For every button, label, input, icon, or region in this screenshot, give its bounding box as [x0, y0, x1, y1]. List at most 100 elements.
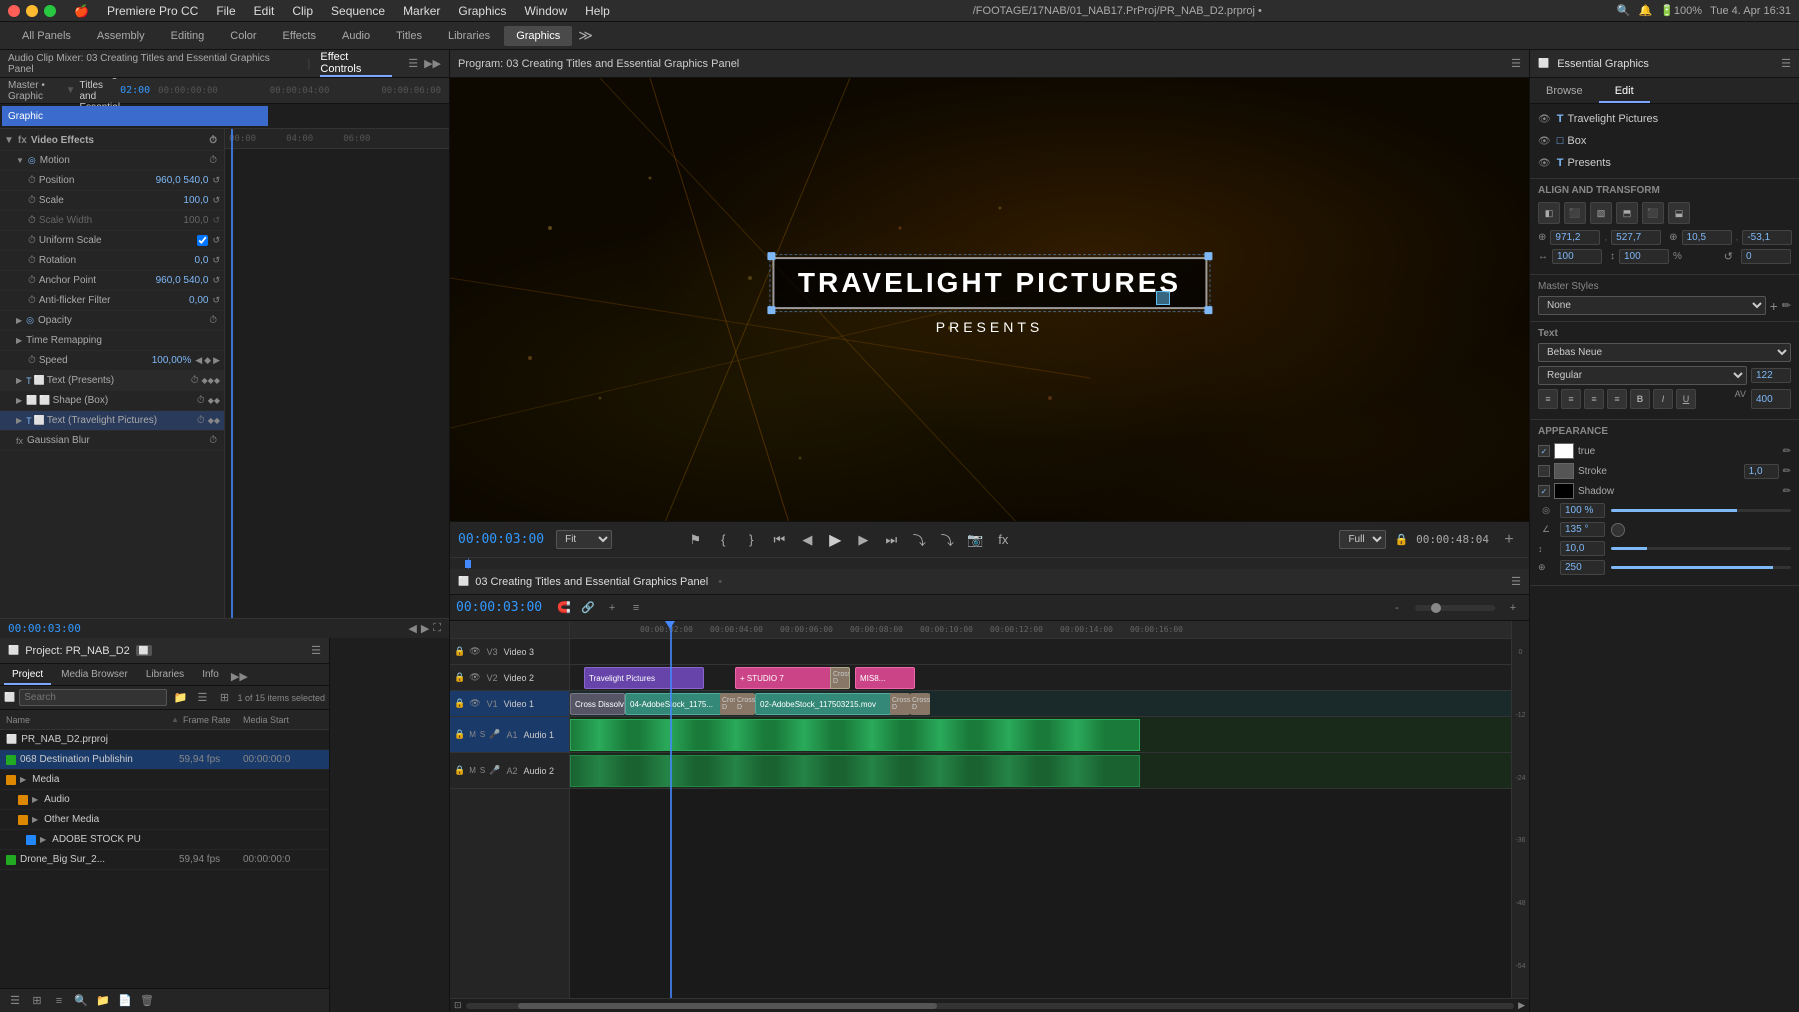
audio-clip-a2[interactable]: [570, 755, 1140, 787]
mark-in-btn[interactable]: {: [711, 528, 735, 552]
text-presents-row[interactable]: ▶ T ⬜ Text (Presents) ⏱ ◆◆◆: [0, 371, 224, 391]
tab-titles[interactable]: Titles: [384, 26, 434, 46]
shadow-distance-input[interactable]: [1560, 541, 1605, 556]
more-tabs-icon[interactable]: ≫: [578, 27, 593, 44]
step-back-btn[interactable]: ◀: [795, 528, 819, 552]
stopwatch-gaussian[interactable]: ⏱: [209, 435, 217, 446]
step-fwd-btn[interactable]: ▶: [851, 528, 875, 552]
list-item[interactable]: ⬜ PR_NAB_D2.prproj: [0, 730, 329, 750]
menu-window[interactable]: Window: [516, 2, 575, 20]
speed-row[interactable]: ⏱ Speed 100,00% ◀ ◆ ▶: [0, 351, 224, 371]
track-lock-v3[interactable]: 🔒: [454, 646, 465, 657]
shadow-edit-icon[interactable]: ✏: [1783, 486, 1791, 497]
add-style-icon[interactable]: +: [1770, 298, 1778, 314]
maximize-window-btn[interactable]: [44, 5, 56, 17]
icon-view-icon[interactable]: ⊞: [215, 689, 233, 707]
menu-clip[interactable]: Clip: [284, 2, 321, 20]
track-solo-a1[interactable]: S: [480, 730, 485, 739]
ec-bottom-timecode[interactable]: 00:00:03:00: [8, 622, 81, 635]
eye-travelight-icon[interactable]: 👁: [1538, 114, 1551, 125]
eye-presents-icon[interactable]: 👁: [1538, 158, 1551, 169]
monitor-timecode[interactable]: 00:00:03:00: [458, 532, 544, 547]
position-row[interactable]: ⏱ Position 960,0 540,0 ↺: [0, 171, 224, 191]
transition-cross-dissolve-v1-2[interactable]: Cross D: [735, 693, 755, 715]
list-view-footer-icon[interactable]: ☰: [6, 992, 24, 1010]
stopwatch-anchor[interactable]: ⏱: [28, 275, 36, 286]
icon-view-footer-icon[interactable]: ⊞: [28, 992, 46, 1010]
stopwatch-text-presents[interactable]: ⏱: [191, 375, 199, 386]
layer-travelight[interactable]: 👁 T Travelight Pictures: [1530, 108, 1799, 130]
stopwatch-opacity[interactable]: ⏱: [209, 315, 217, 326]
menu-marker[interactable]: Marker: [395, 2, 448, 20]
stopwatch-motion[interactable]: ⏱: [209, 155, 217, 166]
panel-menu-icon[interactable]: ☰: [408, 57, 418, 70]
eg-menu-icon[interactable]: ☰: [1781, 57, 1791, 70]
shadow-opacity-input[interactable]: [1560, 503, 1605, 518]
new-bin-icon[interactable]: 📁: [171, 689, 189, 707]
track-lock-a2[interactable]: 🔒: [454, 765, 465, 776]
menu-help[interactable]: Help: [577, 2, 618, 20]
keyframe-text-presents-1[interactable]: ◆◆◆: [202, 376, 220, 385]
clear-icon[interactable]: 🗑: [138, 992, 156, 1010]
position-y-input[interactable]: [1611, 230, 1661, 245]
track-lock-v2[interactable]: 🔒: [454, 672, 465, 683]
stopwatch-travelight[interactable]: ⏱: [197, 415, 205, 426]
shadow-spread-slider[interactable]: [1611, 566, 1791, 569]
project-menu-icon[interactable]: ☰: [311, 644, 321, 657]
scale-row[interactable]: ⏱ Scale 100,0 ↺: [0, 191, 224, 211]
tab-graphics[interactable]: Graphics: [504, 26, 572, 46]
linked-selection-btn[interactable]: 🔗: [578, 598, 598, 618]
add-btn[interactable]: +: [1497, 528, 1521, 552]
menu-premiere[interactable]: Premiere Pro CC: [99, 2, 206, 20]
track-eye-v3[interactable]: 👁: [469, 646, 480, 657]
align-right-icon[interactable]: ▧: [1590, 202, 1612, 224]
go-to-in-btn[interactable]: ⏮: [767, 528, 791, 552]
list-item[interactable]: ▶ Audio: [0, 790, 329, 810]
anti-flicker-row[interactable]: ⏱ Anti-flicker Filter 0,00 ↺: [0, 291, 224, 311]
handle-bottom-right[interactable]: [1204, 306, 1212, 314]
add-marker-btn[interactable]: ⚑: [683, 528, 707, 552]
timeline-menu-icon[interactable]: ☰: [1511, 575, 1521, 588]
fill-color-swatch[interactable]: [1554, 443, 1574, 459]
reset-uniformscale[interactable]: ↺: [212, 235, 220, 246]
expand-panel-icon[interactable]: ▶▶: [424, 57, 441, 70]
scale-y-input[interactable]: [1619, 249, 1669, 264]
track-mic-a1[interactable]: 🎤: [489, 729, 500, 740]
font-family-select[interactable]: Bebas Neue: [1538, 343, 1791, 362]
eg-tab-browse[interactable]: Browse: [1530, 81, 1599, 103]
search-icon[interactable]: 🔍: [1617, 4, 1631, 17]
play-stop-btn[interactable]: ▶: [823, 528, 847, 552]
timeline-scroll-bar[interactable]: [466, 1003, 1515, 1009]
shadow-opacity-slider[interactable]: [1611, 509, 1791, 512]
snap-btn[interactable]: 🧲: [554, 598, 574, 618]
transition-cross-dissolve-v2-1[interactable]: Cross D: [830, 667, 850, 689]
ec-full-screen[interactable]: ⛶: [433, 622, 441, 635]
menu-sequence[interactable]: Sequence: [323, 2, 393, 20]
text-align-left-btn[interactable]: ≡: [1538, 389, 1558, 409]
fill-edit-icon[interactable]: ✏: [1783, 446, 1791, 457]
zoom-out-btn[interactable]: -: [1387, 598, 1407, 618]
rotation-input[interactable]: [1741, 249, 1791, 264]
track-row-a2[interactable]: [570, 753, 1511, 789]
add-track-btn[interactable]: +: [602, 598, 622, 618]
rotation-row[interactable]: ⏱ Rotation 0,0 ↺: [0, 251, 224, 271]
tab-effects[interactable]: Effects: [271, 26, 328, 46]
quality-select[interactable]: Full 1/2 1/4: [1339, 530, 1386, 549]
insert-btn[interactable]: ⤵: [907, 528, 931, 552]
stopwatch-uniformscale[interactable]: ⏱: [28, 235, 36, 246]
shadow-angle-input[interactable]: [1560, 522, 1605, 537]
new-item-footer-icon[interactable]: 📄: [116, 992, 134, 1010]
layer-box[interactable]: 👁 □ Box: [1530, 130, 1799, 152]
tab-libraries[interactable]: Libraries: [436, 26, 502, 46]
stroke-color-swatch[interactable]: [1554, 463, 1574, 479]
track-solo-a2[interactable]: S: [480, 766, 485, 775]
list-item[interactable]: ▶ Media: [0, 770, 329, 790]
stopwatch-rotation[interactable]: ⏱: [28, 255, 36, 266]
opacity-row[interactable]: ▶ ◎ Opacity ⏱: [0, 311, 224, 331]
edit-style-icon[interactable]: ✏: [1782, 299, 1791, 312]
list-item[interactable]: ▶ ADOBE STOCK PU: [0, 830, 329, 850]
pp-tab-media-browser[interactable]: Media Browser: [53, 666, 136, 685]
tl-zoom-to-sequence-icon[interactable]: ⊡: [454, 1000, 462, 1011]
reset-position[interactable]: ↺: [212, 175, 220, 186]
tab-color[interactable]: Color: [218, 26, 268, 46]
